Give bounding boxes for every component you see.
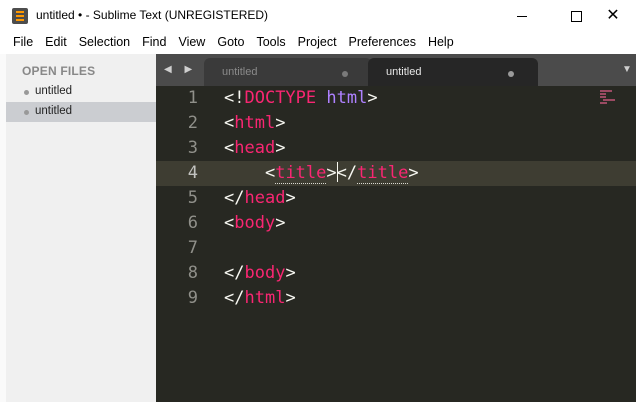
sidebar: OPEN FILES untitled untitled	[6, 54, 157, 402]
line-number: 7	[187, 238, 198, 258]
menu-help[interactable]: Help	[421, 32, 459, 52]
minimize-button[interactable]	[499, 0, 545, 32]
code-line-current[interactable]: 4 <title></title>	[156, 161, 636, 186]
tab-bar: ◀ ▶ untitled untitled ▼	[156, 54, 636, 86]
unsaved-dot-icon	[24, 90, 29, 95]
code-text: <title></title>	[264, 162, 419, 184]
menu-goto[interactable]: Goto	[210, 32, 249, 52]
menu-edit[interactable]: Edit	[38, 32, 72, 52]
code-line[interactable]: 3 <head>	[156, 136, 636, 161]
code-line[interactable]: 5 </head>	[156, 186, 636, 211]
tab-nav-arrows-icon[interactable]: ◀ ▶	[164, 64, 197, 75]
menu-project[interactable]: Project	[291, 32, 342, 52]
code-line[interactable]: 8 </body>	[156, 261, 636, 286]
menu-find[interactable]: Find	[135, 32, 171, 52]
title-bar: untitled • - Sublime Text (UNREGISTERED)…	[0, 0, 636, 32]
menu-bar: File Edit Selection Find View Goto Tools…	[0, 32, 636, 52]
menu-view[interactable]: View	[171, 32, 210, 52]
code-text: </body>	[224, 263, 296, 283]
line-number: 4	[187, 163, 198, 183]
sidebar-item-label: untitled	[35, 85, 73, 97]
code-text: <html>	[224, 113, 286, 133]
unsaved-dot-icon	[24, 110, 29, 115]
tab-untitled-1[interactable]: untitled	[204, 58, 372, 86]
line-number: 5	[187, 188, 198, 208]
tab-untitled-2[interactable]: untitled	[368, 58, 538, 86]
sidebar-item-label: untitled	[35, 105, 73, 117]
minimap[interactable]	[600, 90, 618, 104]
maximize-icon	[570, 10, 582, 22]
code-text: </html>	[224, 288, 296, 308]
code-editor[interactable]: 1 <!DOCTYPE html> 2 <html> 3 <head> 4 <t…	[156, 86, 636, 402]
menu-preferences[interactable]: Preferences	[342, 32, 421, 52]
sidebar-item-untitled-1[interactable]: untitled	[6, 82, 156, 102]
menu-selection[interactable]: Selection	[72, 32, 135, 52]
menu-file[interactable]: File	[0, 32, 38, 52]
menu-tools[interactable]: Tools	[249, 32, 290, 52]
line-number: 9	[187, 288, 198, 308]
line-number: 3	[187, 138, 198, 158]
code-line[interactable]: 1 <!DOCTYPE html>	[156, 86, 636, 111]
tab-dropdown-icon[interactable]: ▼	[622, 64, 632, 75]
code-line[interactable]: 6 <body>	[156, 211, 636, 236]
line-number: 8	[187, 263, 198, 283]
line-number: 6	[187, 213, 198, 233]
code-line[interactable]: 7	[156, 236, 636, 261]
tab-unsaved-dot-icon[interactable]	[342, 71, 348, 77]
code-line[interactable]: 2 <html>	[156, 111, 636, 136]
window-title: untitled • - Sublime Text (UNREGISTERED)	[36, 8, 269, 22]
minimap-line	[600, 90, 612, 92]
code-line[interactable]: 9 </html>	[156, 286, 636, 311]
minimize-icon	[517, 15, 527, 17]
minimap-line	[600, 102, 607, 104]
line-number: 1	[187, 88, 198, 108]
close-button[interactable]: ✕	[590, 0, 636, 32]
sidebar-item-untitled-2[interactable]: untitled	[6, 102, 156, 122]
minimap-line	[600, 93, 606, 95]
tab-label: untitled	[222, 66, 258, 78]
minimap-line	[603, 99, 615, 101]
code-text: </head>	[224, 188, 296, 208]
open-files-header: OPEN FILES	[22, 64, 96, 78]
code-text: <head>	[224, 138, 286, 158]
code-text: <!DOCTYPE html>	[224, 88, 378, 108]
sublime-app-icon	[12, 8, 28, 24]
code-text: <body>	[224, 213, 286, 233]
tab-label: untitled	[386, 66, 422, 78]
tab-unsaved-dot-icon[interactable]	[508, 71, 514, 77]
close-icon: ✕	[606, 7, 620, 24]
minimap-line	[600, 96, 606, 98]
line-number: 2	[187, 113, 198, 133]
